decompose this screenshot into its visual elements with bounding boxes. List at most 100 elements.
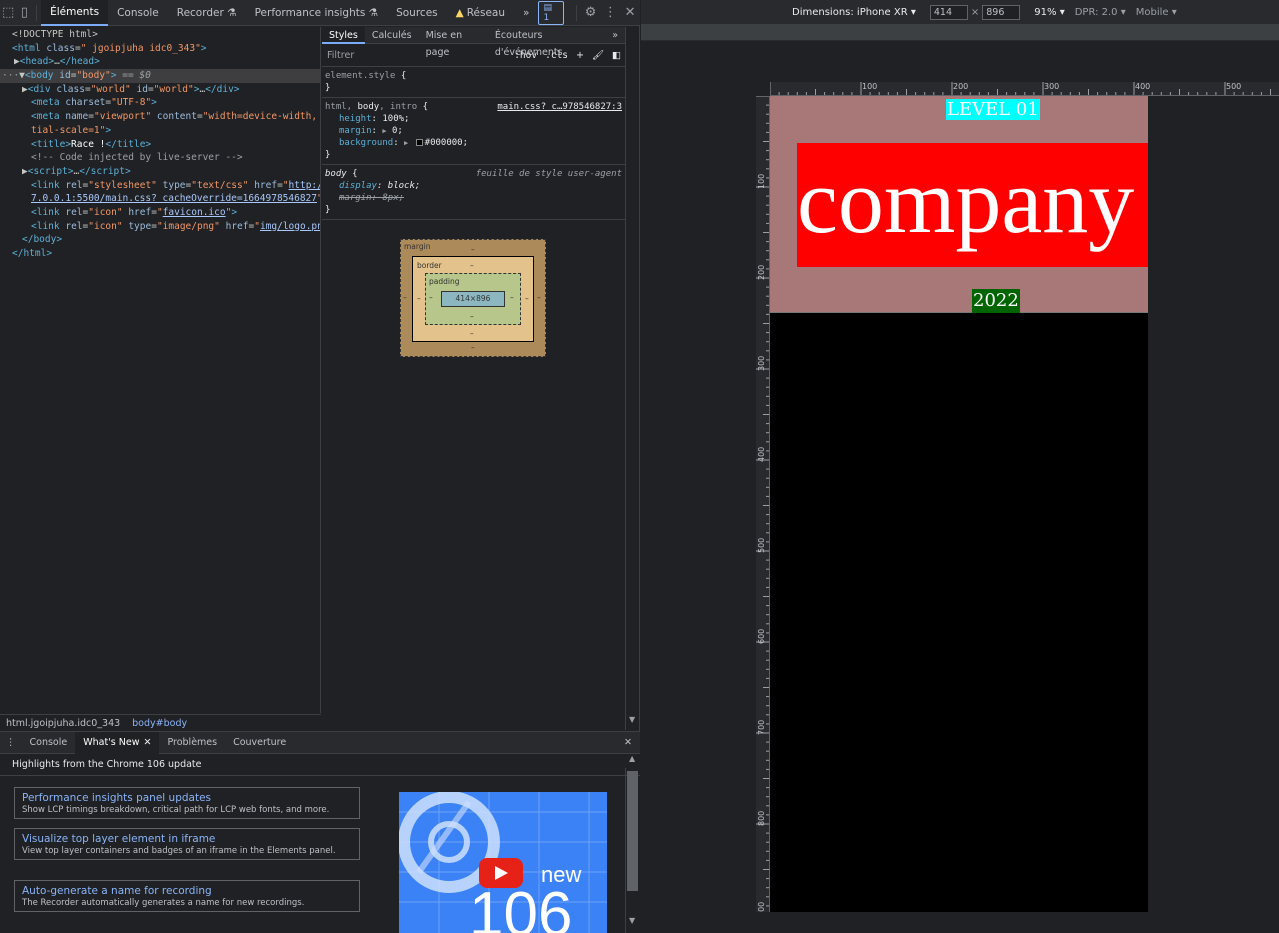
dom-node-meta-charset[interactable]: <meta charset="UTF-8"> (0, 96, 320, 110)
style-rule-user-agent[interactable]: body { feuille de style user-agent displ… (322, 165, 625, 220)
dpr-select[interactable]: DPR: 2.0 ▾ (1075, 7, 1126, 18)
paint-brush-icon[interactable]: 🖌 (588, 50, 608, 61)
more-tabs-chevron-icon[interactable]: » (605, 27, 625, 44)
whats-new-card[interactable]: Performance insights panel updates Show … (14, 787, 360, 819)
prop-name[interactable]: margin (339, 126, 372, 136)
box-model-padding[interactable]: padding – – – 414×896 (425, 273, 521, 325)
issues-badge[interactable]: ▤ 1 (538, 0, 564, 25)
tab-styles[interactable]: Styles (322, 27, 365, 44)
toolbar-divider (575, 4, 577, 21)
dom-node-link-logo[interactable]: <link rel="icon" type="image/png" href="… (0, 220, 320, 234)
rule1-selector-body: body (357, 102, 380, 112)
card-title-link[interactable]: Visualize top layer element in iframe (22, 832, 352, 846)
stylesheet-link[interactable]: http://12 (289, 180, 320, 191)
dom-node-body[interactable]: ···▼<body id="body"> == $0 (0, 69, 320, 83)
more-tabs-chevron-icon[interactable]: » (514, 0, 538, 26)
prop-value[interactable]: 100%; (382, 114, 409, 124)
card-title-link[interactable]: Performance insights panel updates (22, 791, 352, 805)
hov-toggle[interactable]: :hov (510, 50, 541, 61)
prop-name[interactable]: height (339, 114, 372, 124)
scroll-up-icon[interactable]: ▲ (629, 754, 635, 763)
media-query-bar[interactable] (641, 25, 1279, 41)
close-drawer-icon[interactable]: ✕ (616, 732, 640, 754)
whats-new-card[interactable]: Auto-generate a name for recording The R… (14, 880, 360, 912)
drawer-scroll-thumb[interactable] (627, 771, 638, 891)
drawer-tab-issues[interactable]: Problèmes (159, 732, 225, 754)
chrome-106-promo-video[interactable]: new 106 (399, 792, 607, 933)
tab-recorder[interactable]: Recorder ⚗ (168, 0, 246, 26)
favicon-link[interactable]: favicon.ico (163, 207, 226, 218)
tab-computed[interactable]: Calculés (365, 27, 419, 44)
border-left-value: – (417, 294, 421, 303)
color-swatch[interactable] (415, 139, 423, 146)
div-class-value: "world" (90, 83, 131, 95)
box-model-border[interactable]: border – – – – padding – – – 414×896 (412, 256, 534, 342)
width-input[interactable]: 414 (929, 4, 968, 20)
dom-node-meta-viewport[interactable]: <meta name="viewport" content="width=dev… (0, 110, 320, 124)
mode-select[interactable]: Mobile ▾ (1136, 7, 1177, 18)
padding-left-value: – (429, 293, 433, 302)
height-input[interactable]: 896 (982, 4, 1021, 20)
tab-elements[interactable]: Éléments (41, 0, 109, 26)
styles-scrollbar[interactable]: ▼ (625, 27, 639, 730)
more-options-icon[interactable]: ⋮ (600, 0, 620, 26)
dom-node-link-stylesheet[interactable]: <link rel="stylesheet" type="text/css" h… (0, 179, 320, 193)
styles-filter-input[interactable]: Filtrer (327, 50, 510, 61)
prop-name[interactable]: background (339, 138, 393, 148)
dom-node-body-close[interactable]: </body> (0, 233, 320, 247)
margin-label: margin (404, 242, 431, 251)
device-select[interactable]: Dimensions: iPhone XR ▾ (792, 7, 916, 18)
style-rule-element[interactable]: element.style { } (322, 67, 625, 98)
scroll-down-icon[interactable]: ▼ (629, 715, 635, 724)
close-icon[interactable]: ✕ (620, 0, 640, 26)
expand-triangle-icon[interactable]: ▶ (382, 127, 386, 135)
dimension-separator: × (970, 6, 980, 18)
whats-new-card[interactable]: Visualize top layer element in iframe Vi… (14, 828, 360, 860)
breadcrumb-html[interactable]: html.jgoipjuha.idc0_343 (0, 718, 126, 729)
breadcrumb-body[interactable]: body#body (126, 718, 193, 729)
tab-event-listeners[interactable]: Écouteurs d'événements (488, 27, 605, 58)
close-tab-icon[interactable]: ✕ (143, 737, 151, 748)
new-rule-plus-icon[interactable]: + (572, 50, 588, 61)
drawer-tab-coverage[interactable]: Couverture (225, 732, 294, 754)
dom-node-script[interactable]: ▶<script>…</script> (0, 165, 320, 179)
drawer-scrollbar[interactable]: ▲ ▼ (625, 754, 639, 933)
dom-node-html[interactable]: <html class=" jgoipjuha idc0_343"> (0, 42, 320, 56)
rule1-source-link[interactable]: main.css?_c…978546827:3 (497, 101, 622, 113)
dom-node-comment[interactable]: <!-- Code injected by live-server --> (0, 151, 320, 165)
stylesheet-link-2[interactable]: 7.0.0.1:5500/main.css? cacheOverride=166… (31, 193, 317, 204)
drawer-tab-whats-new[interactable]: What's New ✕ (75, 731, 160, 754)
ruler-label: 200 (757, 264, 766, 280)
zoom-select[interactable]: 91% ▾ (1034, 7, 1064, 18)
logo-link[interactable]: img/logo.png (260, 221, 320, 232)
expand-triangle-icon[interactable]: ▶ (404, 139, 408, 147)
prop-value[interactable]: #000000; (425, 138, 468, 148)
style-rule-html-body[interactable]: html, body, intro { main.css?_c…97854682… (322, 98, 625, 165)
card-title-link[interactable]: Auto-generate a name for recording (22, 884, 352, 898)
tab-network[interactable]: ▲ Réseau (447, 0, 514, 26)
drawer-tab-console[interactable]: Console (22, 732, 76, 754)
settings-gear-icon[interactable]: ⚙ (581, 0, 601, 26)
dom-node-title[interactable]: <title>Race !</title> (0, 138, 320, 152)
tab-sources[interactable]: Sources (387, 0, 447, 26)
tab-layout[interactable]: Mise en page (419, 27, 488, 58)
tab-performance-insights[interactable]: Performance insights ⚗ (246, 0, 388, 26)
emulated-page-viewport[interactable]: LEVEL 01 company 2022 (770, 96, 1148, 912)
dom-node-head[interactable]: ▶<head>…</head> (0, 55, 320, 69)
dom-node-link-favicon[interactable]: <link rel="icon" href="favicon.ico"> (0, 206, 320, 220)
dom-node-doctype[interactable]: <!DOCTYPE html> (0, 28, 320, 42)
dom-tree[interactable]: <!DOCTYPE html> <html class=" jgoipjuha … (0, 27, 321, 713)
dom-node-div-world[interactable]: ▶<div class="world" id="world">…</div> (0, 83, 320, 97)
horizontal-ruler: 100 200 300 400 500 (770, 82, 1279, 96)
drawer-menu-icon[interactable]: ⋮ (0, 732, 22, 754)
scroll-down-icon[interactable]: ▼ (629, 916, 635, 925)
box-model-margin[interactable]: margin – – – – border – – – – padding – … (400, 239, 546, 357)
device-toolbar-icon[interactable]: ▯ (16, 0, 32, 26)
inspect-element-icon[interactable]: ⬚ (0, 0, 16, 26)
prop-value[interactable]: 0; (392, 126, 403, 136)
toggle-sidebar-icon[interactable]: ◧ (608, 50, 625, 61)
tab-console[interactable]: Console (108, 0, 168, 26)
box-model-content[interactable]: 414×896 (441, 291, 505, 307)
cls-toggle[interactable]: .cls (541, 50, 572, 61)
dom-node-html-close[interactable]: </html> (0, 247, 320, 261)
